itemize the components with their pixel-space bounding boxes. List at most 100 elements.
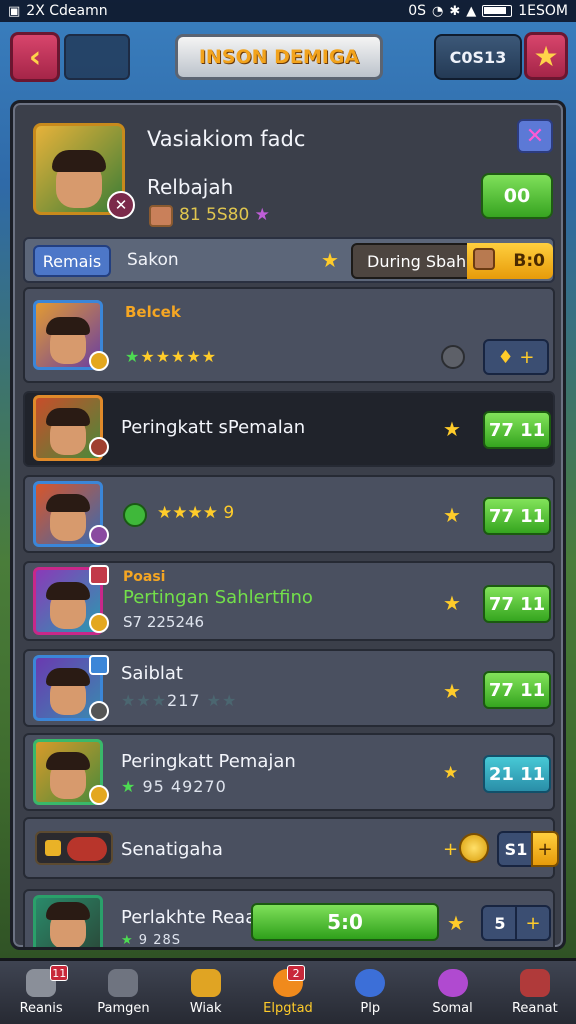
star-icon: ★ [447,911,465,935]
score-button[interactable]: 21 11 [483,755,551,793]
nav-label: Elpgtad [263,1001,313,1016]
gem-icon [355,969,386,997]
wifi-icon: ◔ [432,3,444,19]
item-count: S1 [497,831,535,867]
score-button[interactable]: 77 11 [483,497,551,535]
cross-icon [437,969,468,997]
network-text: 0S [408,3,426,19]
leaderboard-panel: ✕ Vasiakiom fadc Relbajah 81 5S80 ★ ✕ 00… [10,100,566,950]
favorites-button[interactable]: ★ [524,32,568,80]
remove-badge-icon[interactable]: ✕ [107,191,135,219]
list-item[interactable]: Peringkatt sPemalan ★ 77 11 [23,391,555,467]
score-button[interactable]: 77 11 [483,585,551,623]
add-item-button[interactable]: + [515,905,551,941]
list-item[interactable]: Saiblat ★★★217 ★★ ★ 77 11 [23,649,555,727]
reward-avatar-icon [473,248,495,270]
shield-icon [108,969,139,997]
player-card: ✕ Vasiakiom fadc Relbajah 81 5S80 ★ ✕ 00 [23,113,553,231]
star-icon: ★ [443,679,461,703]
list-item[interactable]: Perlakhte Reaat ★ 9 28S 5:0 ★ 5 + [23,889,555,948]
progress-bar: 5:0 [251,903,439,941]
nav-plp[interactable]: Plp [329,961,411,1024]
coin-icon [459,833,489,863]
list-item[interactable]: Peringkatt Pemajan ★ 95 49270 ★ 21 11 [23,733,555,811]
item-count: 5 [481,905,519,941]
currency-counter[interactable]: C0S13 [434,34,522,80]
nav-reanis[interactable]: 11 Reanis [0,961,82,1024]
sparkle-icon: ★ [249,205,270,225]
sword-icon [190,969,221,997]
top-bar: ‹ INSON DEMIGA C0S13 ★ [0,26,576,90]
row-title: Belcek [125,303,181,321]
badge-icon [89,525,109,545]
up-arrow-icon [123,503,147,527]
rank-badge-icon [89,655,109,675]
rating-stars: ★★★★★★ [125,347,218,366]
nav-somal[interactable]: Somal [411,961,493,1024]
nav-label: Somal [432,1001,473,1016]
status-left-text: 2X Cdeamn [26,3,108,19]
list-item[interactable]: Senatigaha + S1 + [23,817,559,879]
badge-icon [89,701,109,721]
avatar [33,895,103,947]
rank-score: ★ 9 28S [121,933,181,948]
chevron-left-icon: ‹ [28,39,42,75]
nav-label: Wiak [189,1001,222,1016]
badge-icon [89,351,109,371]
row-plus: + [443,839,459,860]
close-button[interactable]: ✕ [517,119,553,153]
section-header: Remais Sakon ★ During Sbah B:0 [23,237,555,283]
row-subtitle: S7 225246 [123,613,205,631]
section-label: Sakon [127,250,179,270]
score-button[interactable]: 77 11 [483,671,551,709]
house-icon [519,969,550,997]
add-item-button[interactable]: + [531,831,559,867]
row-title: Peringkatt Pemajan [121,751,296,772]
event-reward[interactable]: B:0 [467,243,553,279]
clock-text: 1ESOM [518,3,568,19]
trophy-icon: ♦ [497,346,514,368]
bottom-nav: 11 Reanis Pamgen Wiak 2 Elpgtad Plp Soma… [0,958,576,1024]
star-icon: ★ [321,248,339,272]
badge-icon [89,437,109,457]
add-button[interactable]: ♦ + [483,339,549,375]
page-title: INSON DEMIGA [175,34,383,80]
tab-remais[interactable]: Remais [33,245,111,277]
row-title: Saiblat [121,663,183,684]
signal-icon: ▲ [466,3,477,19]
nav-wiak[interactable]: Wiak [165,961,247,1024]
top-empty-slot [64,34,130,80]
player-subtitle: Relbajah [147,175,234,199]
row-title: Senatigaha [121,839,223,860]
status-bar: ▣ 2X Cdeamn 0S ◔ ✱ ▲ 1ESOM [0,0,576,22]
back-button[interactable]: ‹ [10,32,60,82]
list-item[interactable]: Belcek ★★★★★★ ♦ + [23,287,555,383]
bluetooth-icon: ✱ [449,3,461,19]
list-item[interactable]: ★★★★ 9 ★ 77 11 [23,475,555,553]
rank-score: ★ 95 49270 [121,777,227,796]
score-button[interactable]: 77 11 [483,411,551,449]
row-title: Peringkatt sPemalan [121,417,306,438]
treasure-chest-icon [35,831,113,865]
list-item[interactable]: Poasi Pertingan Sahlertfino S7 225246 ★ … [23,561,555,641]
notification-badge: 2 [287,965,306,981]
row-title: Pertingan Sahlertfino [123,587,313,608]
star-icon: ★ [443,417,461,441]
close-icon: ✕ [525,123,545,149]
nav-pamgen[interactable]: Pamgen [82,961,164,1024]
nav-elpgtad[interactable]: 2 Elpgtad [247,961,329,1024]
nav-label: Plp [360,1001,381,1016]
nav-label: Pamgen [97,1001,150,1016]
row-tag: Poasi [123,569,166,585]
star-icon: ★ [443,503,461,527]
nav-reanat[interactable]: Reanat [494,961,576,1024]
player-name: Vasiakiom fadc [147,127,306,151]
event-box[interactable]: During Sbah B:0 [351,243,553,279]
player-mini-avatar [149,205,173,227]
player-stat: 81 5S80 ★ [179,205,270,225]
player-action-button[interactable]: 00 [481,173,553,219]
rating-stars: ★★★217 ★★ [121,691,238,710]
badge-icon [89,785,109,805]
row-title: Perlakhte Reaat [121,907,264,928]
badge-icon [89,613,109,633]
